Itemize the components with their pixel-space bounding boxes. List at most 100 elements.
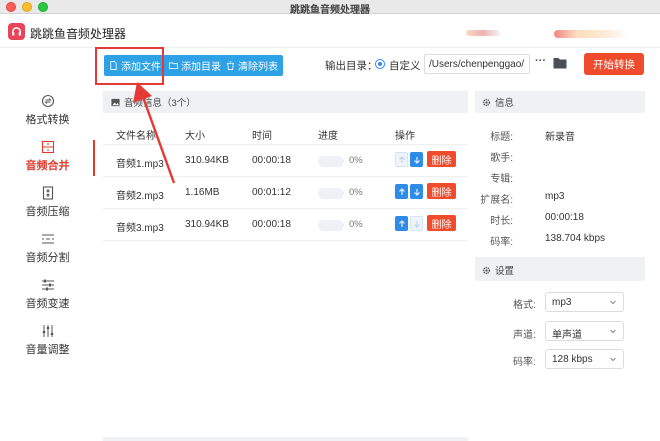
format-select[interactable]: mp3 — [545, 292, 624, 312]
sidebar-item-audio-speed[interactable]: 音频变速 — [0, 278, 95, 318]
channel-label: 声道: — [513, 330, 536, 341]
clear-list-label: 清除列表 — [238, 62, 278, 73]
audio-speed-icon — [41, 279, 54, 291]
chevron-down-icon — [610, 357, 616, 362]
table-row[interactable]: 音频2.mp3 1.16MB 00:01:12 0% 删除 — [103, 177, 468, 209]
info-title: 信息 — [495, 98, 515, 109]
info-field-extension: 扩展名: mp3 — [475, 191, 645, 206]
info-value: 新录音 — [545, 132, 575, 143]
sidebar-item-audio-compress[interactable]: 音频压缩 — [0, 186, 95, 226]
blurred-account-info — [554, 30, 628, 38]
volume-adjust-icon — [42, 325, 53, 337]
file-name: 音频1.mp3 — [116, 159, 164, 170]
format-convert-icon — [41, 94, 54, 108]
format-value: mp3 — [552, 297, 572, 308]
start-convert-button[interactable]: 开始转换 — [584, 53, 644, 75]
table-row[interactable]: 音频1.mp3 310.94KB 00:00:18 0% 删除 — [103, 145, 468, 177]
move-down-button[interactable] — [410, 216, 423, 231]
audio-split-icon — [41, 234, 54, 244]
sidebar-item-volume-adjust[interactable]: 音量调整 — [0, 324, 95, 364]
move-down-button[interactable] — [410, 152, 423, 167]
sidebar-item-label: 音频压缩 — [25, 206, 70, 218]
audio-compress-icon — [42, 186, 53, 200]
delete-button[interactable]: 删除 — [427, 183, 456, 199]
info-field-artist: 歌手: — [475, 149, 645, 164]
sidebar: 格式转换 音频合并 音频压缩 音频分割 音频变速 音量调整 — [0, 48, 95, 441]
app-header: 跳跳鱼音频处理器 — [0, 14, 660, 48]
file-size: 310.94KB — [185, 219, 229, 230]
sidebar-item-format-convert[interactable]: 格式转换 — [0, 94, 95, 134]
arrow-up-icon — [398, 187, 405, 195]
settings-header: 设置 — [475, 259, 645, 281]
info-key: 专辑: — [490, 174, 513, 185]
annotation-highlight-box — [95, 47, 164, 85]
file-list-header: 音频信息（3个） — [103, 91, 468, 113]
column-header-progress: 进度 — [318, 131, 338, 142]
sidebar-item-label: 音频分割 — [25, 252, 70, 264]
bitrate-label: 码率: — [513, 357, 536, 368]
chevron-down-icon — [610, 329, 616, 334]
info-value: 138.704 kbps — [545, 233, 606, 244]
custom-radio[interactable] — [375, 59, 385, 69]
info-field-bitrate: 码率: 138.704 kbps — [475, 233, 645, 248]
sidebar-item-label: 音频变速 — [25, 298, 70, 310]
settings-title: 设置 — [495, 266, 515, 277]
progress-bar — [318, 188, 344, 199]
column-header-size: 大小 — [185, 131, 205, 142]
custom-radio-label: 自定义 — [389, 60, 421, 72]
browse-more-button[interactable]: ··· — [535, 55, 546, 67]
column-header-name: 文件名称 — [116, 131, 156, 142]
info-key: 码率: — [490, 237, 513, 248]
move-up-button[interactable] — [395, 184, 408, 199]
file-duration: 00:00:18 — [252, 219, 291, 230]
file-duration: 00:00:18 — [252, 155, 291, 166]
info-panel: 信息 标题: 新录音 歌手: 专辑: 扩展名: mp3 时长: 00:00:18… — [475, 91, 645, 257]
arrow-down-icon — [413, 156, 420, 164]
column-header-action: 操作 — [395, 131, 415, 142]
bitrate-select[interactable]: 128 kbps — [545, 349, 624, 369]
info-field-album: 专辑: — [475, 170, 645, 185]
trash-icon — [226, 61, 235, 70]
column-header-time: 时间 — [252, 131, 272, 142]
bitrate-value: 128 kbps — [552, 354, 593, 365]
output-path-input[interactable] — [424, 54, 530, 74]
add-folder-label: 添加目录 — [181, 62, 221, 73]
arrow-down-icon — [413, 188, 420, 196]
sidebar-item-label: 格式转换 — [25, 114, 70, 126]
arrow-down-icon — [413, 220, 420, 228]
table-row[interactable]: 音频3.mp3 310.94KB 00:00:18 0% 删除 — [103, 209, 468, 241]
file-size: 1.16MB — [185, 187, 220, 198]
move-down-button[interactable] — [410, 184, 423, 199]
panel-bottom-bar — [103, 437, 468, 441]
arrow-up-icon — [398, 219, 405, 227]
add-folder-button[interactable]: 添加目录 — [164, 55, 226, 76]
move-up-button[interactable] — [395, 152, 408, 167]
file-size: 310.94KB — [185, 155, 229, 166]
info-header: 信息 — [475, 91, 645, 113]
folder-icon — [169, 62, 178, 70]
move-up-button[interactable] — [395, 216, 408, 231]
blurred-user-info — [466, 30, 500, 36]
app-logo-icon — [8, 23, 25, 40]
info-key: 标题: — [490, 132, 513, 143]
sidebar-item-audio-merge[interactable]: 音频合并 — [0, 140, 95, 180]
info-key: 扩展名: — [480, 195, 513, 206]
delete-button[interactable]: 删除 — [427, 151, 456, 167]
chevron-down-icon — [610, 300, 616, 305]
channel-value: 单声道 — [552, 330, 582, 341]
channel-select[interactable]: 单声道 — [545, 321, 624, 341]
open-folder-icon[interactable] — [553, 57, 567, 69]
output-dir-label: 输出目录： — [325, 60, 378, 72]
file-name: 音频3.mp3 — [116, 223, 164, 234]
info-key: 歌手: — [490, 153, 513, 164]
image-icon — [111, 98, 120, 106]
audio-merge-icon — [41, 140, 54, 154]
delete-button[interactable]: 删除 — [427, 215, 456, 231]
info-key: 时长: — [490, 216, 513, 227]
clear-list-button[interactable]: 清除列表 — [221, 55, 283, 76]
progress-percent: 0% — [349, 187, 363, 198]
info-field-title: 标题: 新录音 — [475, 128, 645, 143]
sidebar-item-audio-split[interactable]: 音频分割 — [0, 232, 95, 272]
info-value: mp3 — [545, 191, 565, 202]
file-name: 音频2.mp3 — [116, 191, 164, 202]
